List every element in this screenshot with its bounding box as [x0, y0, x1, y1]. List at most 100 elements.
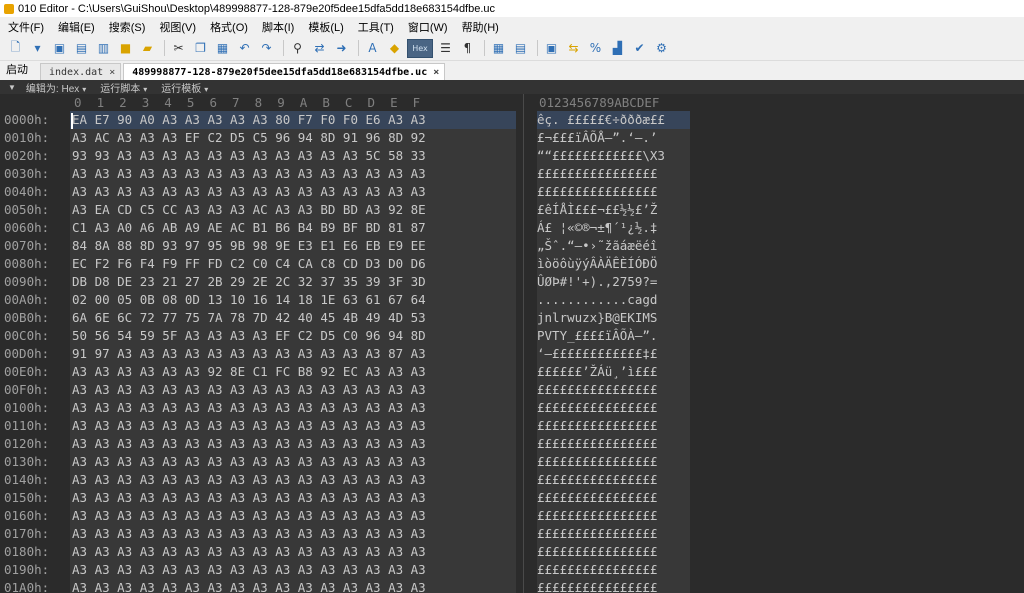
close-icon[interactable]: ×	[109, 67, 115, 78]
chevron-down-icon[interactable]: ▼	[8, 83, 16, 92]
row-ascii[interactable]: ££££££££££££££££	[537, 165, 690, 183]
row-ascii[interactable]: ££££££’ŽÁü¸’ì£££	[537, 363, 690, 381]
hex-row[interactable]: 0120h: A3 A3 A3 A3 A3 A3 A3 A3 A3 A3 A3 A…	[0, 435, 700, 453]
row-ascii[interactable]: Á£ ¦«©®¬±¶´¹¿½.‡	[537, 219, 690, 237]
hex-row[interactable]: 0090h: DB D8 DE 23 21 27 2B 29 2E 2C 32 3…	[0, 273, 700, 291]
row-hex-bytes[interactable]: EC F2 F6 F4 F9 FF FD C2 C0 C4 CA C8 CD D…	[70, 255, 516, 273]
hex-row[interactable]: 0060h: C1 A3 A0 A6 AB A9 AE AC B1 B6 B4 B…	[0, 219, 700, 237]
row-hex-bytes[interactable]: A3 A3 A3 A3 A3 A3 A3 A3 A3 A3 A3 A3 A3 A…	[70, 453, 516, 471]
folders-icon[interactable]: ▰	[138, 39, 157, 58]
menu-window[interactable]: 窗口(W)	[402, 19, 456, 35]
calculator-icon[interactable]: ▣	[542, 39, 561, 58]
row-ascii[interactable]: ££££££££££££££££	[537, 183, 690, 201]
row-ascii[interactable]: ££££££££££££££££	[537, 525, 690, 543]
hex-row[interactable]: 0040h: A3 A3 A3 A3 A3 A3 A3 A3 A3 A3 A3 A…	[0, 183, 700, 201]
hex-row[interactable]: 00E0h: A3 A3 A3 A3 A3 A3 92 8E C1 FC B8 9…	[0, 363, 700, 381]
hex-editor[interactable]: 0 1 2 3 4 5 6 7 8 9 A B C D E F 01234567…	[0, 94, 1024, 593]
hex-row[interactable]: 0080h: EC F2 F6 F4 F9 FF FD C2 C0 C4 CA C…	[0, 255, 700, 273]
row-hex-bytes[interactable]: A3 A3 A3 A3 A3 A3 A3 A3 A3 A3 A3 A3 A3 A…	[70, 183, 516, 201]
row-hex-bytes[interactable]: C1 A3 A0 A6 AB A9 AE AC B1 B6 B4 B9 BF B…	[70, 219, 516, 237]
row-ascii[interactable]: ÛØÞ#!'+).,2759?=	[537, 273, 690, 291]
row-ascii[interactable]: ìòöôùÿýÂÀÄÊÈÍÓÐÖ	[537, 255, 690, 273]
hex-row[interactable]: 0020h: 93 93 A3 A3 A3 A3 A3 A3 A3 A3 A3 A…	[0, 147, 700, 165]
find-icon[interactable]: ⚲	[288, 39, 307, 58]
paragraph-icon[interactable]: ¶	[458, 39, 477, 58]
row-ascii[interactable]: ££££££££££££££££	[537, 489, 690, 507]
row-ascii[interactable]: £¬£££ïÂÕÅ–”.‘–.’	[537, 129, 690, 147]
grid-icon[interactable]: ▦	[489, 39, 508, 58]
row-hex-bytes[interactable]: A3 A3 A3 A3 A3 A3 A3 A3 A3 A3 A3 A3 A3 A…	[70, 417, 516, 435]
menu-format[interactable]: 格式(O)	[204, 19, 256, 35]
hex-row[interactable]: 00A0h: 02 00 05 0B 08 0D 13 10 16 14 18 1…	[0, 291, 700, 309]
hex-row[interactable]: 0130h: A3 A3 A3 A3 A3 A3 A3 A3 A3 A3 A3 A…	[0, 453, 700, 471]
redo-icon[interactable]: ↷	[257, 39, 276, 58]
row-hex-bytes[interactable]: 91 97 A3 A3 A3 A3 A3 A3 A3 A3 A3 A3 A3 A…	[70, 345, 516, 363]
hex-row[interactable]: 0050h: A3 EA CD C5 CC A3 A3 A3 AC A3 A3 B…	[0, 201, 700, 219]
goto-icon[interactable]: ➜	[332, 39, 351, 58]
row-hex-bytes[interactable]: EA E7 90 A0 A3 A3 A3 A3 A3 80 F7 F0 F0 E…	[70, 111, 516, 129]
menu-view[interactable]: 视图(V)	[153, 19, 204, 35]
copy-file-icon[interactable]: ▥	[94, 39, 113, 58]
row-hex-bytes[interactable]: 84 8A 88 8D 93 97 95 9B 98 9E E3 E1 E6 E…	[70, 237, 516, 255]
row-hex-bytes[interactable]: A3 AC A3 A3 A3 EF C2 D5 C5 96 94 8D 91 9…	[70, 129, 516, 147]
run-script-dropdown[interactable]: 运行脚本 ▾	[100, 80, 147, 95]
row-ascii[interactable]: ‘—££££££££££££‡£	[537, 345, 690, 363]
tab-uc-file[interactable]: 489998877-128-879e20f5dee15dfa5dd18e6831…	[123, 63, 446, 80]
row-hex-bytes[interactable]: A3 A3 A3 A3 A3 A3 A3 A3 A3 A3 A3 A3 A3 A…	[70, 579, 516, 593]
row-hex-bytes[interactable]: A3 A3 A3 A3 A3 A3 A3 A3 A3 A3 A3 A3 A3 A…	[70, 399, 516, 417]
row-hex-bytes[interactable]: 50 56 54 59 5F A3 A3 A3 A3 EF C2 D5 C0 9…	[70, 327, 516, 345]
menu-edit[interactable]: 编辑(E)	[52, 19, 103, 35]
row-ascii[interactable]: ££££££££££££££££	[537, 453, 690, 471]
percent-icon[interactable]: %	[586, 39, 605, 58]
hex-row[interactable]: 0000h: EA E7 90 A0 A3 A3 A3 A3 A3 80 F7 F…	[0, 111, 700, 129]
row-ascii[interactable]: ££££££££££££££££	[537, 399, 690, 417]
hex-row[interactable]: 0110h: A3 A3 A3 A3 A3 A3 A3 A3 A3 A3 A3 A…	[0, 417, 700, 435]
menu-template[interactable]: 模板(L)	[302, 19, 351, 35]
save-all-icon[interactable]: ▤	[72, 39, 91, 58]
row-hex-bytes[interactable]: DB D8 DE 23 21 27 2B 29 2E 2C 32 37 35 3…	[70, 273, 516, 291]
swap-icon[interactable]: ⇆	[564, 39, 583, 58]
open-file-icon[interactable]: ▾	[28, 39, 47, 58]
hex-row[interactable]: 0170h: A3 A3 A3 A3 A3 A3 A3 A3 A3 A3 A3 A…	[0, 525, 700, 543]
row-hex-bytes[interactable]: A3 A3 A3 A3 A3 A3 A3 A3 A3 A3 A3 A3 A3 A…	[70, 435, 516, 453]
font-icon[interactable]: A	[363, 39, 382, 58]
settings-icon[interactable]: ⚙	[652, 39, 671, 58]
folder-icon[interactable]: ■	[116, 39, 135, 58]
row-hex-bytes[interactable]: A3 A3 A3 A3 A3 A3 A3 A3 A3 A3 A3 A3 A3 A…	[70, 489, 516, 507]
edit-as-dropdown[interactable]: 编辑为: Hex ▾	[26, 80, 86, 95]
hex-row[interactable]: 0160h: A3 A3 A3 A3 A3 A3 A3 A3 A3 A3 A3 A…	[0, 507, 700, 525]
hex-row[interactable]: 0190h: A3 A3 A3 A3 A3 A3 A3 A3 A3 A3 A3 A…	[0, 561, 700, 579]
row-ascii[interactable]: ““££££££££££££\X3	[537, 147, 690, 165]
hex-row[interactable]: 00B0h: 6A 6E 6C 72 77 75 7A 78 7D 42 40 4…	[0, 309, 700, 327]
row-hex-bytes[interactable]: A3 A3 A3 A3 A3 A3 A3 A3 A3 A3 A3 A3 A3 A…	[70, 561, 516, 579]
row-ascii[interactable]: ££££££££££££££££	[537, 435, 690, 453]
row-ascii[interactable]: ££££££££££££££££	[537, 579, 690, 593]
hex-row[interactable]: 0140h: A3 A3 A3 A3 A3 A3 A3 A3 A3 A3 A3 A…	[0, 471, 700, 489]
row-hex-bytes[interactable]: 6A 6E 6C 72 77 75 7A 78 7D 42 40 45 4B 4…	[70, 309, 516, 327]
close-icon[interactable]: ×	[433, 67, 439, 78]
row-ascii[interactable]: ££££££££££££££££	[537, 471, 690, 489]
hex-row[interactable]: 0030h: A3 A3 A3 A3 A3 A3 A3 A3 A3 A3 A3 A…	[0, 165, 700, 183]
menu-search[interactable]: 搜索(S)	[103, 19, 154, 35]
tab-index-dat[interactable]: index.dat ×	[40, 63, 122, 80]
hex-row[interactable]: 0070h: 84 8A 88 8D 93 97 95 9B 98 9E E3 E…	[0, 237, 700, 255]
row-hex-bytes[interactable]: A3 A3 A3 A3 A3 A3 A3 A3 A3 A3 A3 A3 A3 A…	[70, 525, 516, 543]
menu-script[interactable]: 脚本(I)	[256, 19, 302, 35]
row-ascii[interactable]: ££££££££££££££££	[537, 561, 690, 579]
columns-icon[interactable]: ☰	[436, 39, 455, 58]
hex-row[interactable]: 0010h: A3 AC A3 A3 A3 EF C2 D5 C5 96 94 8…	[0, 129, 700, 147]
chart-icon[interactable]: ▟	[608, 39, 627, 58]
hex-row[interactable]: 00D0h: 91 97 A3 A3 A3 A3 A3 A3 A3 A3 A3 A…	[0, 345, 700, 363]
tab-start[interactable]: 启动	[0, 61, 40, 80]
hex-row[interactable]: 0100h: A3 A3 A3 A3 A3 A3 A3 A3 A3 A3 A3 A…	[0, 399, 700, 417]
row-ascii[interactable]: ............cagd	[537, 291, 690, 309]
row-hex-bytes[interactable]: 02 00 05 0B 08 0D 13 10 16 14 18 1E 63 6…	[70, 291, 516, 309]
cut-icon[interactable]: ✂	[169, 39, 188, 58]
copy-icon[interactable]: ❐	[191, 39, 210, 58]
hex-row[interactable]: 01A0h: A3 A3 A3 A3 A3 A3 A3 A3 A3 A3 A3 A…	[0, 579, 700, 593]
row-ascii[interactable]: £êÍÅÌ£££¬££½½£’Ž	[537, 201, 690, 219]
row-hex-bytes[interactable]: A3 EA CD C5 CC A3 A3 A3 AC A3 A3 BD BD A…	[70, 201, 516, 219]
find-replace-icon[interactable]: ⇄	[310, 39, 329, 58]
row-hex-bytes[interactable]: A3 A3 A3 A3 A3 A3 A3 A3 A3 A3 A3 A3 A3 A…	[70, 543, 516, 561]
row-hex-bytes[interactable]: A3 A3 A3 A3 A3 A3 A3 A3 A3 A3 A3 A3 A3 A…	[70, 471, 516, 489]
